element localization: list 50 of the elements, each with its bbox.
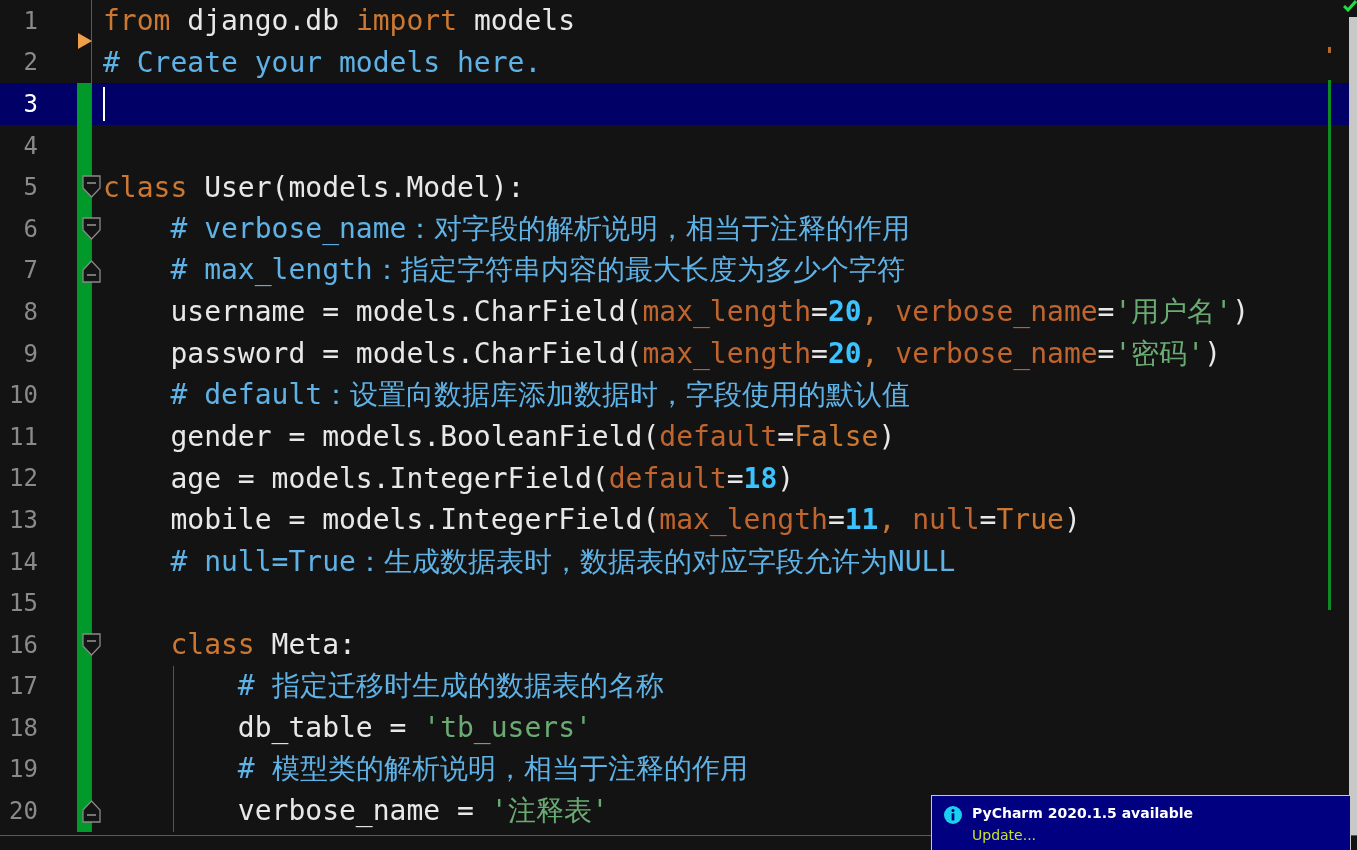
line-number: 15 — [8, 589, 39, 618]
code-line: # 模型类的解析说明，相当于注释的作用 — [236, 751, 748, 788]
code-line: gender = models.BooleanField(default=False) — [169, 420, 896, 454]
code-line: class Meta: — [169, 628, 356, 662]
bookmark-triangle-icon — [78, 33, 92, 49]
code-line: username = models.CharField(max_length=20, verbose_name='用户名') — [169, 293, 1250, 330]
line-number: 14 — [8, 547, 39, 576]
line-number: 6 — [22, 214, 39, 243]
fold-icon[interactable] — [82, 258, 101, 283]
code-line: # null=True：生成数据表时，数据表的对应字段允许为NULL — [169, 543, 956, 580]
fold-icon[interactable] — [82, 175, 101, 200]
code-line: mobile = models.IntegerField(max_length=11, null=True) — [169, 503, 1081, 537]
line-number: 1 — [22, 6, 39, 35]
code-line: verbose_name = '注释表' — [236, 793, 609, 830]
info-icon — [944, 806, 962, 824]
line-number: 7 — [22, 256, 39, 285]
line-number: 17 — [8, 672, 39, 701]
check-icon[interactable] — [1343, 0, 1357, 12]
line-number: 2 — [22, 48, 39, 77]
line-number: 9 — [22, 339, 39, 368]
fold-icon[interactable] — [82, 799, 101, 824]
line-number: 5 — [22, 173, 39, 202]
line-number: 13 — [8, 505, 39, 534]
line-number: 3 — [22, 90, 39, 118]
scrollbar[interactable] — [1349, 17, 1357, 835]
line-number: 8 — [22, 297, 39, 326]
update-link[interactable]: Update... — [972, 826, 1338, 845]
code-line: # Create your models here. — [103, 45, 542, 79]
code-line: # default：设置向数据库添加数据时，字段使用的默认值 — [169, 377, 911, 414]
text-cursor — [103, 87, 105, 121]
line-number: 10 — [8, 381, 39, 410]
line-number: 12 — [8, 464, 39, 493]
notification-title: PyCharm 2020.1.5 available — [972, 805, 1195, 823]
line-number: 4 — [22, 131, 39, 160]
code-line: # 指定迁移时生成的数据表的名称 — [236, 668, 664, 705]
warning-stripe — [1328, 47, 1331, 53]
line-number: 19 — [8, 755, 39, 784]
code-line: class User(models.Model): — [103, 170, 525, 204]
code-line: db_table = 'tb_users' — [236, 711, 592, 745]
line-number: 11 — [8, 422, 39, 451]
code-line: # verbose_name：对字段的解析说明，相当于注释的作用 — [169, 210, 911, 247]
code-line: age = models.IntegerField(default=18) — [169, 461, 795, 495]
fold-icon[interactable] — [82, 632, 101, 657]
fold-icon[interactable] — [82, 216, 101, 241]
code-line: password = models.CharField(max_length=20, verbose_name='密码') — [169, 335, 1222, 372]
line-number: 18 — [8, 713, 39, 742]
line-number: 20 — [8, 797, 39, 826]
line-number: 16 — [8, 630, 39, 659]
code-line: # max_length：指定字符串内容的最大长度为多少个字符 — [169, 252, 905, 289]
code-line: from django.db import models — [103, 4, 576, 38]
